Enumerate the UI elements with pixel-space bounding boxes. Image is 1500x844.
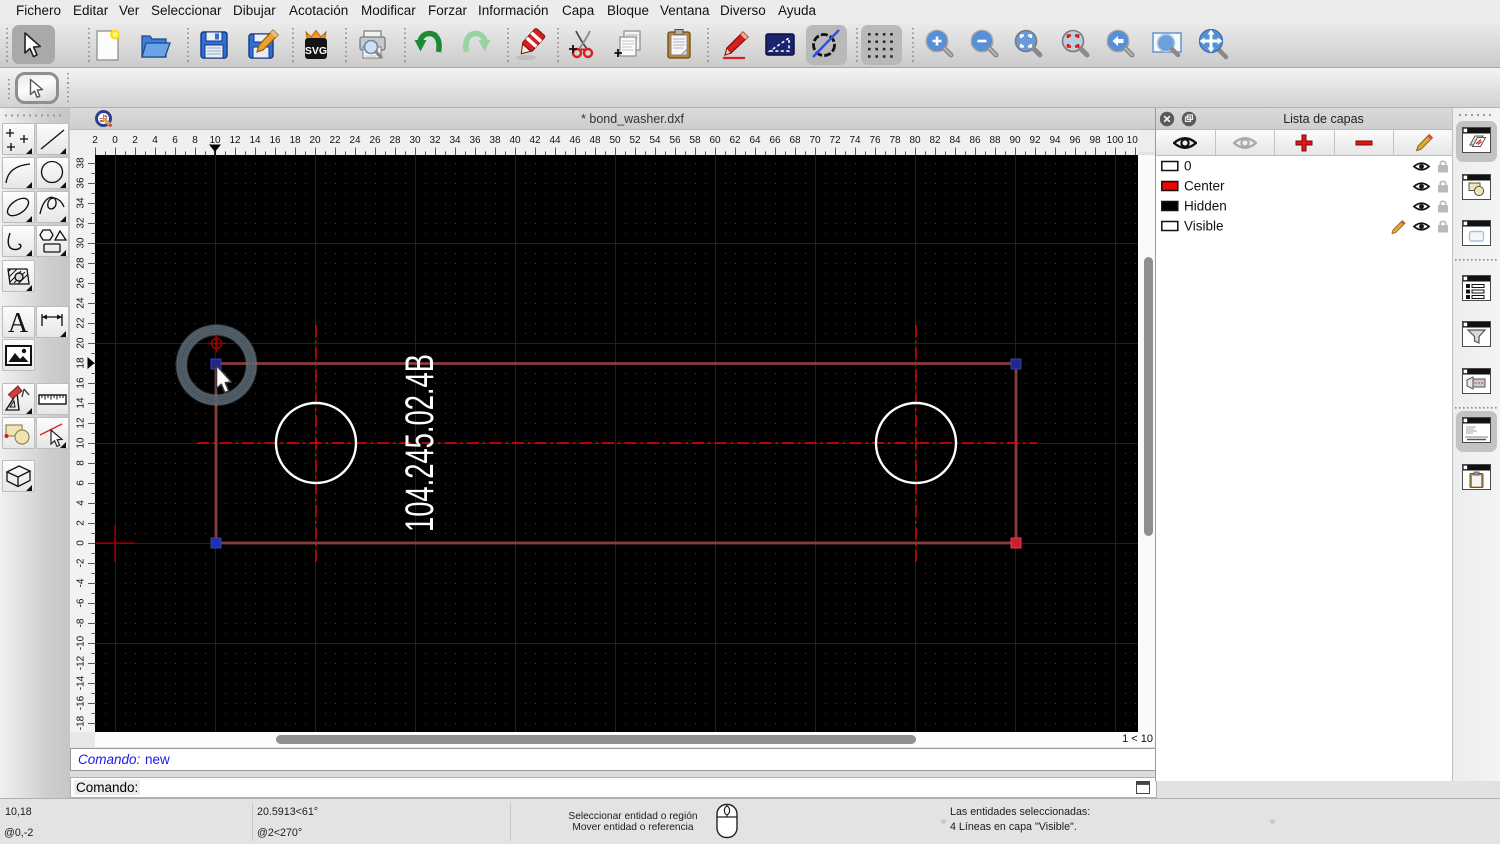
- svg-text:Visible: Visible: [1184, 219, 1224, 234]
- svg-text:48: 48: [589, 135, 601, 146]
- svg-text:36: 36: [76, 177, 87, 189]
- svg-text:54: 54: [649, 135, 661, 146]
- svg-text:A: A: [8, 308, 29, 338]
- svg-text:18: 18: [289, 135, 301, 146]
- svg-text:104.245.02.4B: 104.245.02.4B: [398, 354, 442, 532]
- svg-text:70: 70: [809, 135, 821, 146]
- svg-text:SVG: SVG: [305, 45, 327, 57]
- svg-text:20: 20: [76, 337, 87, 349]
- svg-text:4: 4: [152, 135, 158, 146]
- svg-text:32: 32: [76, 217, 87, 229]
- svg-text:90: 90: [1009, 135, 1021, 146]
- svg-text:30: 30: [76, 237, 87, 249]
- svg-text:18: 18: [76, 357, 87, 369]
- svg-text:42: 42: [529, 135, 541, 146]
- svg-text:6: 6: [172, 135, 178, 146]
- svg-text:10: 10: [209, 135, 221, 146]
- svg-text:10: 10: [76, 437, 87, 449]
- svg-text:88: 88: [989, 135, 1001, 146]
- svg-text:66: 66: [769, 135, 781, 146]
- svg-text:-4: -4: [76, 578, 87, 587]
- svg-text:8: 8: [76, 460, 87, 466]
- svg-text:58: 58: [689, 135, 701, 146]
- svg-text:-18: -18: [76, 715, 87, 730]
- svg-text:26: 26: [369, 135, 381, 146]
- svg-text:2: 2: [92, 135, 98, 146]
- svg-text:30: 30: [409, 135, 421, 146]
- svg-text:86: 86: [969, 135, 981, 146]
- svg-text:76: 76: [869, 135, 881, 146]
- svg-text:Hidden: Hidden: [1184, 199, 1227, 214]
- svg-text:16: 16: [76, 377, 87, 389]
- svg-text:36: 36: [469, 135, 481, 146]
- svg-text:34: 34: [76, 197, 87, 209]
- svg-text:12: 12: [229, 135, 241, 146]
- svg-text:2: 2: [76, 520, 87, 526]
- svg-text:16: 16: [269, 135, 281, 146]
- svg-text:56: 56: [669, 135, 681, 146]
- svg-text:-16: -16: [76, 695, 87, 710]
- svg-text:20: 20: [309, 135, 321, 146]
- svg-text:50: 50: [609, 135, 621, 146]
- svg-text:-14: -14: [76, 675, 87, 690]
- svg-text:14: 14: [76, 397, 87, 409]
- svg-text:24: 24: [76, 297, 87, 309]
- svg-text:8: 8: [192, 135, 198, 146]
- svg-text:40: 40: [509, 135, 521, 146]
- svg-text:92: 92: [1029, 135, 1041, 146]
- svg-text:80: 80: [909, 135, 921, 146]
- svg-text:60: 60: [709, 135, 721, 146]
- svg-text:96: 96: [1069, 135, 1081, 146]
- svg-text:-2: -2: [76, 558, 87, 567]
- svg-text:84: 84: [949, 135, 961, 146]
- svg-text:12: 12: [76, 417, 87, 429]
- svg-text:22: 22: [329, 135, 341, 146]
- svg-text:68: 68: [789, 135, 801, 146]
- svg-text:100: 100: [1107, 135, 1124, 146]
- svg-text:-8: -8: [76, 618, 87, 627]
- svg-text:28: 28: [76, 257, 87, 269]
- svg-text:78: 78: [889, 135, 901, 146]
- svg-text:102: 102: [1127, 135, 1138, 146]
- svg-text:0: 0: [76, 540, 87, 546]
- svg-text:14: 14: [249, 135, 261, 146]
- svg-text:64: 64: [749, 135, 761, 146]
- svg-text:38: 38: [489, 135, 501, 146]
- svg-text:0: 0: [1184, 159, 1192, 174]
- svg-text:62: 62: [729, 135, 741, 146]
- svg-text:44: 44: [549, 135, 561, 146]
- svg-text:6: 6: [76, 480, 87, 486]
- svg-text:-6: -6: [76, 598, 87, 607]
- svg-text:Center: Center: [1184, 179, 1225, 194]
- svg-text:38: 38: [76, 157, 87, 169]
- svg-text:-12: -12: [76, 655, 87, 670]
- svg-text:34: 34: [449, 135, 461, 146]
- svg-text:0: 0: [112, 135, 118, 146]
- svg-text:82: 82: [929, 135, 941, 146]
- svg-text:2: 2: [132, 135, 138, 146]
- svg-text:94: 94: [1049, 135, 1061, 146]
- svg-text:98: 98: [1089, 135, 1101, 146]
- svg-text:52: 52: [629, 135, 641, 146]
- svg-text:74: 74: [849, 135, 861, 146]
- svg-text:-10: -10: [76, 635, 87, 650]
- svg-text:28: 28: [389, 135, 401, 146]
- svg-text:32: 32: [429, 135, 441, 146]
- svg-text:24: 24: [349, 135, 361, 146]
- svg-text:72: 72: [829, 135, 841, 146]
- svg-text:22: 22: [76, 317, 87, 329]
- svg-text:4: 4: [76, 500, 87, 506]
- svg-text:46: 46: [569, 135, 581, 146]
- svg-text:26: 26: [76, 277, 87, 289]
